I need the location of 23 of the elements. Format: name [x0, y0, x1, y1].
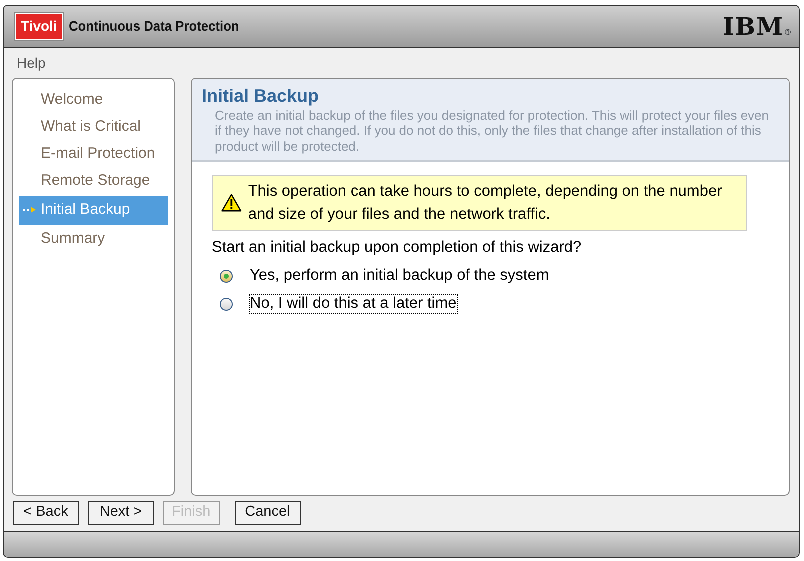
wizard-button[interactable]: < Back — [13, 501, 79, 525]
current-step-icon — [23, 207, 36, 214]
step-item[interactable]: Welcome — [19, 87, 168, 114]
question-text: Start an initial backup upon completion of this wizard? — [212, 238, 583, 258]
radio-button[interactable] — [220, 270, 233, 283]
app-title: Continuous Data Protection — [69, 17, 240, 36]
step-item[interactable]: E-mail Protection — [19, 141, 168, 168]
warning-text: This operation can take hours to complete, depending on the number and size of your files and the network traffic. — [248, 182, 724, 226]
step-item[interactable]: Remote Storage — [19, 168, 168, 195]
step-item[interactable]: What is Critical — [19, 114, 168, 141]
option-label[interactable]: No, I will do this at a later time — [249, 294, 458, 314]
menu-item[interactable]: Help — [17, 52, 46, 74]
step-item[interactable]: Initial Backup — [19, 196, 168, 225]
option-label[interactable]: Yes, perform an initial backup of the system — [249, 266, 550, 286]
wizard-button[interactable]: Next > — [88, 501, 154, 525]
logo: IBM — [723, 14, 784, 38]
step-item[interactable]: Summary — [19, 226, 168, 253]
page-title: Initial Backup — [202, 86, 320, 108]
wizard-button[interactable]: Cancel — [234, 501, 301, 525]
radio-button[interactable] — [220, 298, 233, 311]
brand-label: Tivoli — [15, 13, 64, 40]
page-description: Create an initial backup of the files you designated for protection. This will protect your files even if they have not changed. If you do not do this, only the files that change after installation of this product will be protected. — [214, 108, 770, 154]
registered-mark: ® — [785, 27, 791, 39]
